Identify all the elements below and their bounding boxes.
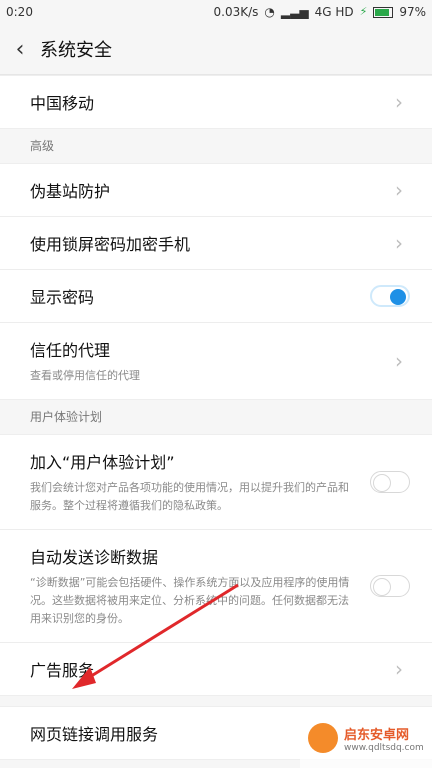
trust-agents-label: 信任的代理 <box>30 341 111 360</box>
toggle-knob <box>373 474 391 492</box>
diagnostics-item[interactable]: 自动发送诊断数据 “诊断数据”可能会包括硬件、操作系统方面以及应用程序的使用情况… <box>0 530 432 643</box>
diagnostics-label: 自动发送诊断数据 <box>30 548 159 567</box>
section-top: 中国移动 › <box>0 75 432 129</box>
charging-icon: ⚡ <box>359 5 368 18</box>
join-ux-toggle[interactable] <box>370 471 410 493</box>
show-password-toggle[interactable] <box>370 285 410 307</box>
chevron-right-icon: › <box>395 178 403 202</box>
watermark: 启东安卓网 www.qdltsdq.com <box>300 708 432 768</box>
section-gap <box>0 696 432 706</box>
header: ‹ 系统安全 <box>0 24 432 75</box>
ad-service-item[interactable]: 广告服务 › <box>0 643 432 695</box>
chevron-right-icon: › <box>395 657 403 681</box>
join-ux-label: 加入“用户体验计划” <box>30 453 175 472</box>
fake-base-station-item[interactable]: 伪基站防护 › <box>0 164 432 217</box>
status-bar: 0:20 0.03K/s ◔ ▂▃▅ 4G HD ⚡ 97% <box>0 0 432 24</box>
page-title: 系统安全 <box>40 40 112 61</box>
battery-level: 97% <box>399 5 426 19</box>
watermark-title: 启东安卓网 <box>344 727 410 743</box>
section-advanced: 伪基站防护 › 使用锁屏密码加密手机 › 显示密码 信任的代理 查看或停用信任的… <box>0 163 432 400</box>
trust-agents-sub: 查看或停用信任的代理 <box>30 369 140 382</box>
trust-agents-item[interactable]: 信任的代理 查看或停用信任的代理 › <box>0 323 432 399</box>
status-right: 0.03K/s ◔ ▂▃▅ 4G HD ⚡ 97% <box>214 0 426 24</box>
toggle-knob <box>390 289 406 305</box>
section-ux: 加入“用户体验计划” 我们会统计您对产品各项功能的使用情况，用以提升我们的产品和… <box>0 434 432 696</box>
toggle-knob <box>373 578 391 596</box>
battery-icon <box>373 6 394 18</box>
chevron-right-icon: › <box>395 349 403 373</box>
signal-icon: ▂▃▅ <box>280 5 309 19</box>
show-password-label: 显示密码 <box>30 288 95 307</box>
fake-base-station-label: 伪基站防护 <box>30 182 111 201</box>
section-title-advanced: 高级 <box>0 129 432 163</box>
section-title-ux: 用户体验计划 <box>0 400 432 434</box>
ad-service-label: 广告服务 <box>30 661 95 680</box>
diagnostics-sub: “诊断数据”可能会包括硬件、操作系统方面以及应用程序的使用情况。这些数据将被用来… <box>30 576 350 625</box>
net-speed: 0.03K/s <box>213 5 259 19</box>
carrier-item[interactable]: 中国移动 › <box>0 76 432 128</box>
chevron-right-icon: › <box>395 90 403 114</box>
encrypt-phone-item[interactable]: 使用锁屏密码加密手机 › <box>0 217 432 270</box>
join-ux-sub: 我们会统计您对产品各项功能的使用情况，用以提升我们的产品和服务。整个过程将遵循我… <box>30 481 349 512</box>
status-time: 0:20 <box>6 5 33 19</box>
encrypt-phone-label: 使用锁屏密码加密手机 <box>30 235 191 254</box>
back-icon[interactable]: ‹ <box>0 37 40 62</box>
watermark-logo-icon <box>308 723 338 753</box>
wifi-icon: ◔ <box>264 5 275 19</box>
watermark-url: www.qdltsdq.com <box>344 742 424 753</box>
network-type: 4G HD <box>314 5 354 19</box>
diagnostics-toggle[interactable] <box>370 575 410 597</box>
show-password-item[interactable]: 显示密码 <box>0 270 432 323</box>
join-ux-item[interactable]: 加入“用户体验计划” 我们会统计您对产品各项功能的使用情况，用以提升我们的产品和… <box>0 435 432 530</box>
carrier-label: 中国移动 <box>30 94 95 113</box>
chevron-right-icon: › <box>395 231 403 255</box>
